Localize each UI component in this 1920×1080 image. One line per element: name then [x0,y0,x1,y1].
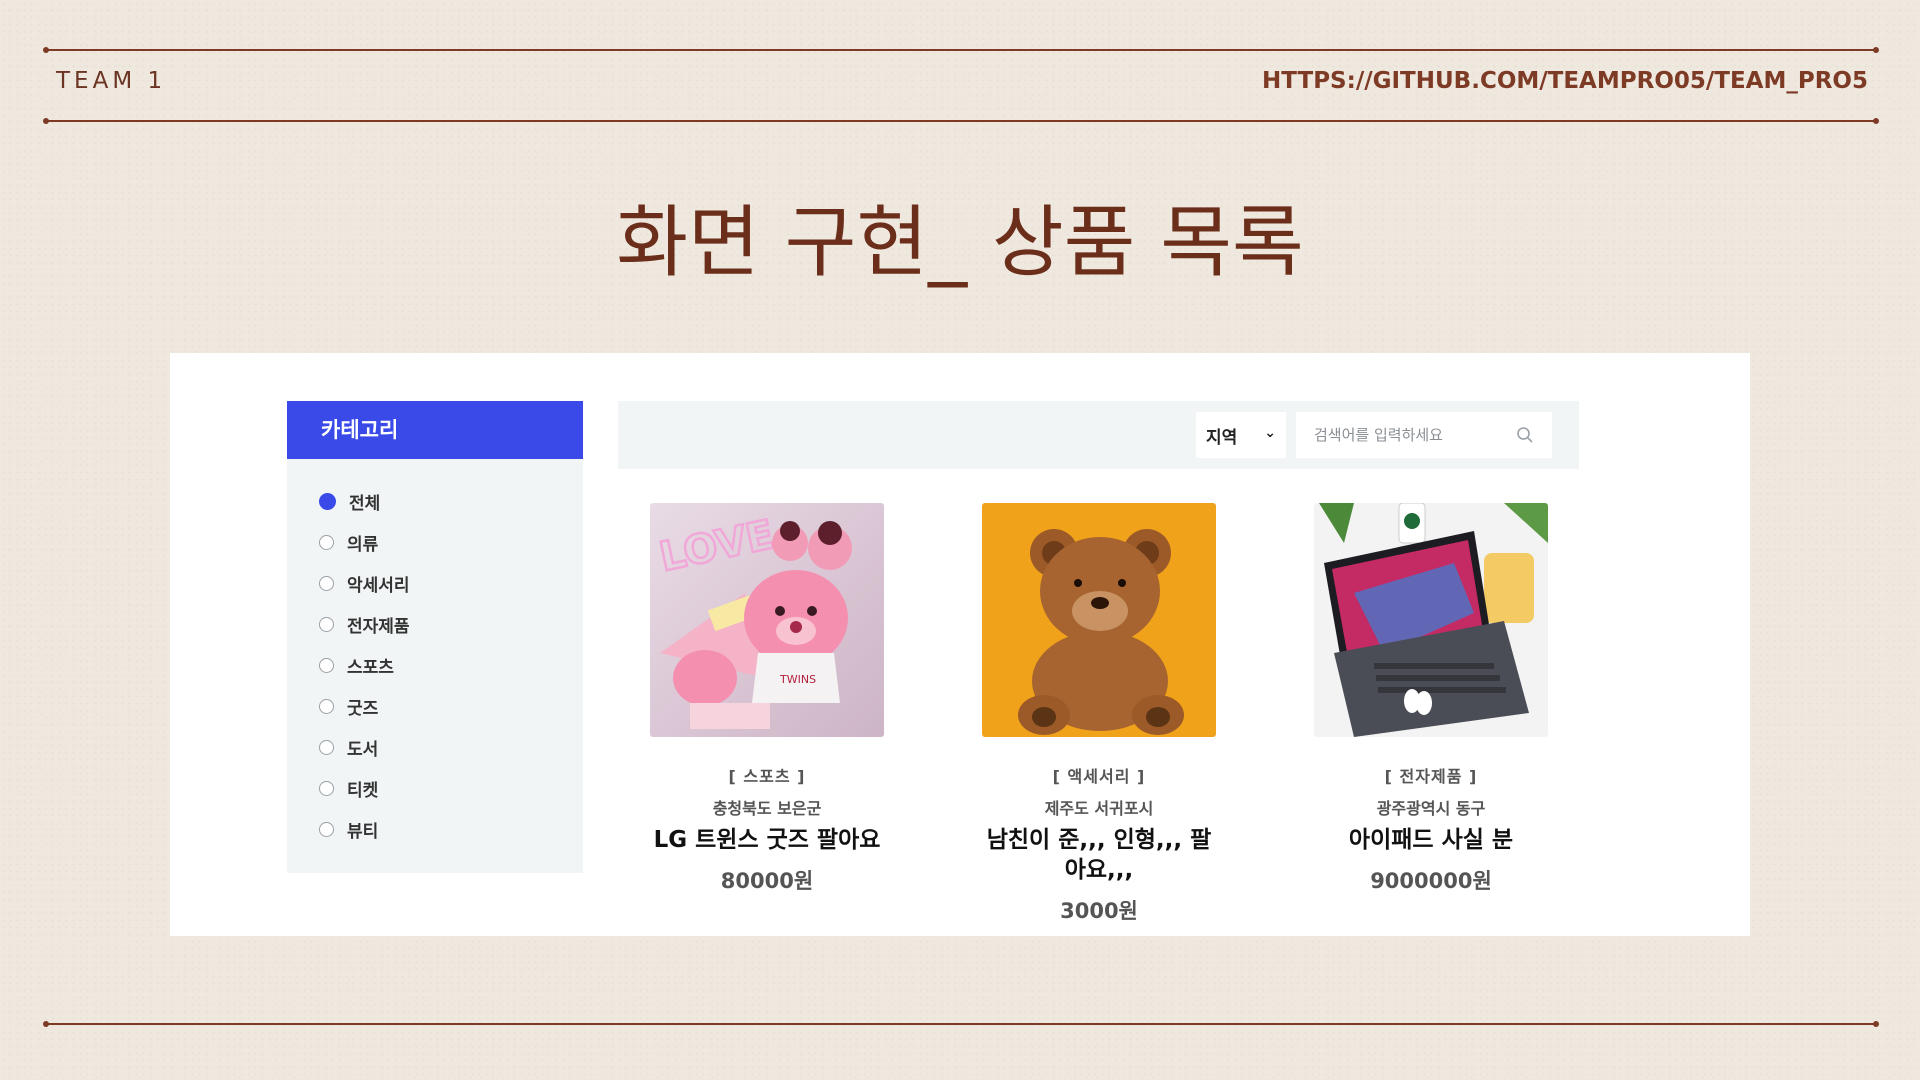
search-input[interactable] [1312,425,1516,445]
category-sidebar: 카테고리 전체 의류 악세서리 전자제품 스포츠 굿즈 도서 티켓 뷰티 [287,401,583,873]
search-box [1296,412,1552,458]
product-category: [ 스포츠 ] [728,767,806,786]
svg-text:TWINS: TWINS [779,673,816,686]
app-screenshot: 카테고리 전체 의류 악세서리 전자제품 스포츠 굿즈 도서 티켓 뷰티 지역 … [170,353,1750,936]
category-item-goods[interactable]: 굿즈 [319,686,583,727]
chevron-down-icon: ⌄ [1264,425,1276,441]
product-name[interactable]: LG 트윈스 굿즈 팔아요 [650,825,884,855]
category-item-all[interactable]: 전체 [319,481,583,522]
header-bottom-rule [43,118,1879,124]
category-label: 티켓 [347,781,379,801]
slide-title: 화면 구현_ 상품 목록 [616,198,1304,288]
category-label: 전체 [349,494,381,514]
top-rule [43,47,1879,53]
bottom-rule [43,1021,1879,1027]
radio-icon[interactable] [319,658,334,673]
product-image-teddy[interactable] [982,503,1216,737]
category-item-tickets[interactable]: 티켓 [319,768,583,809]
radio-icon[interactable] [319,822,334,837]
category-label: 스포츠 [347,658,394,678]
product-category: [ 액세서리 ] [1052,767,1146,786]
category-item-accessories[interactable]: 악세서리 [319,563,583,604]
product-image-plush[interactable]: LOVE TWINS [650,503,884,737]
category-item-sports[interactable]: 스포츠 [319,645,583,686]
category-item-electronics[interactable]: 전자제품 [319,604,583,645]
radio-icon[interactable] [319,781,334,796]
product-price: 3000원 [1060,899,1138,923]
category-item-clothing[interactable]: 의류 [319,522,583,563]
product-location: 광주광역시 동구 [1376,799,1486,818]
category-label: 굿즈 [347,699,379,719]
radio-icon[interactable] [319,617,334,632]
radio-icon[interactable] [319,699,334,714]
product-price: 9000000원 [1370,869,1492,893]
repo-url: HTTPS://GITHUB.COM/TEAMPRO05/TEAM_PRO5 [1262,68,1868,94]
category-label: 뷰티 [347,822,379,842]
teddy-bear-illustration [1018,529,1184,735]
category-label: 전자제품 [347,617,410,637]
product-card[interactable]: [ 전자제품 ] 광주광역시 동구 아이패드 사실 분 9000000원 [1314,503,1548,895]
pink-mascot-illustration: LOVE TWINS [654,511,852,729]
team-label: TEAM 1 [56,68,167,94]
category-header: 카테고리 [287,401,583,459]
category-label: 도서 [347,740,379,760]
product-location: 제주도 서귀포시 [1044,799,1154,818]
category-list: 전체 의류 악세서리 전자제품 스포츠 굿즈 도서 티켓 뷰티 [287,459,583,850]
product-card[interactable]: LOVE TWINS [ 스포츠 ] 충청북도 보은군 LG 트윈스 굿즈 팔아… [650,503,884,895]
radio-icon[interactable] [319,740,334,755]
svg-text:LOVE: LOVE [656,512,778,581]
ipad-illustration [1319,503,1548,737]
region-select[interactable]: 지역 ⌄ [1196,412,1286,458]
product-price: 80000원 [720,869,814,893]
category-item-books[interactable]: 도서 [319,727,583,768]
region-select-value: 지역 [1206,427,1238,448]
product-category: [ 전자제품 ] [1384,767,1478,786]
product-name[interactable]: 남친이 준,,, 인형,,, 팔아요,,, [982,825,1216,885]
product-image-ipad[interactable] [1314,503,1548,737]
category-label: 의류 [347,535,379,555]
filter-toolbar: 지역 ⌄ [618,401,1579,469]
search-icon[interactable] [1516,426,1534,444]
product-name[interactable]: 아이패드 사실 분 [1314,825,1548,855]
category-item-beauty[interactable]: 뷰티 [319,809,583,850]
radio-icon[interactable] [319,576,334,591]
category-label: 악세서리 [347,576,410,596]
radio-selected-icon[interactable] [319,493,336,510]
product-card[interactable]: [ 액세서리 ] 제주도 서귀포시 남친이 준,,, 인형,,, 팔아요,,, … [982,503,1216,925]
product-location: 충청북도 보은군 [712,799,822,818]
radio-icon[interactable] [319,535,334,550]
